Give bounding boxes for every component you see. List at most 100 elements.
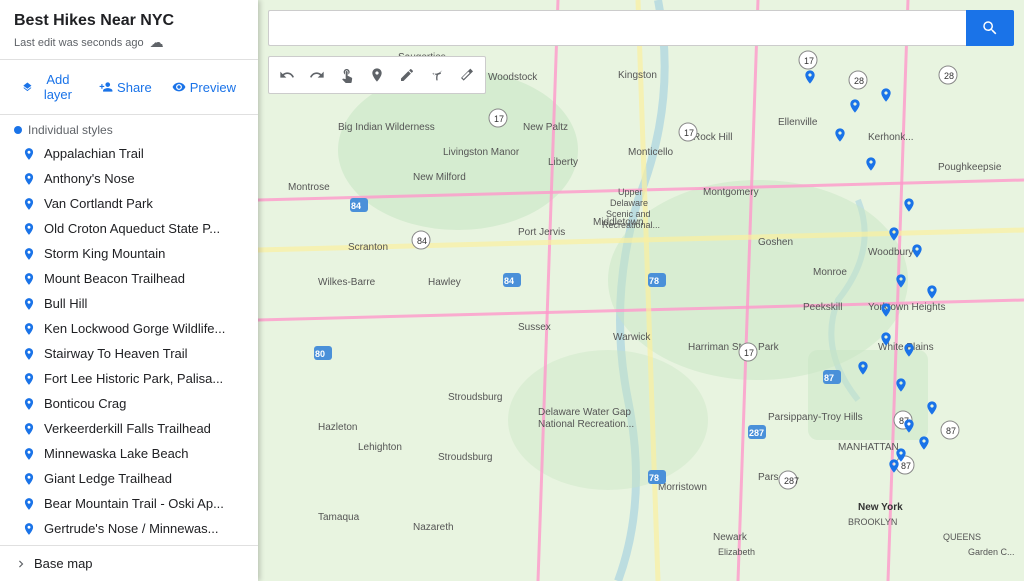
map-pin[interactable]: [878, 329, 894, 349]
map-pin[interactable]: [802, 67, 818, 87]
svg-text:Kerhonk...: Kerhonk...: [868, 132, 914, 143]
svg-text:Rock Hill: Rock Hill: [693, 132, 732, 143]
undo-button[interactable]: [273, 61, 301, 89]
location-item[interactable]: Appalachian Trail: [0, 141, 258, 166]
svg-text:Liberty: Liberty: [548, 157, 578, 168]
map-pin[interactable]: [901, 416, 917, 436]
location-item[interactable]: Anthony's Nose: [0, 166, 258, 191]
map-pin[interactable]: [832, 125, 848, 145]
location-item[interactable]: Old Croton Aqueduct State P...: [0, 216, 258, 241]
location-item[interactable]: Fort Lee Historic Park, Palisa...: [0, 366, 258, 391]
left-panel: Best Hikes Near NYC Last edit was second…: [0, 0, 258, 581]
svg-text:Stroudsburg: Stroudsburg: [438, 452, 492, 463]
map-pin[interactable]: [916, 433, 932, 453]
hand-tool-button[interactable]: [333, 61, 361, 89]
map-pin[interactable]: [886, 224, 902, 244]
svg-text:BROOKLYN: BROOKLYN: [848, 517, 897, 527]
pin-icon: [22, 197, 36, 211]
map-pin[interactable]: [863, 154, 879, 174]
map-pin[interactable]: [909, 241, 925, 261]
svg-text:84: 84: [417, 236, 427, 246]
location-name: Fort Lee Historic Park, Palisa...: [44, 371, 223, 386]
svg-text:Harriman State Park: Harriman State Park: [688, 342, 780, 353]
location-item[interactable]: Bonticou Crag: [0, 391, 258, 416]
share-button[interactable]: Share: [91, 76, 160, 99]
svg-text:Nazareth: Nazareth: [413, 522, 454, 533]
location-item[interactable]: Mount Beacon Trailhead: [0, 266, 258, 291]
svg-text:87: 87: [946, 426, 956, 436]
location-name: Appalachian Trail: [44, 146, 144, 161]
location-item[interactable]: Giant Ledge Trailhead: [0, 466, 258, 491]
location-item[interactable]: Verkeerderkill Falls Trailhead: [0, 416, 258, 441]
svg-text:28: 28: [944, 71, 954, 81]
svg-text:17: 17: [804, 56, 814, 66]
map-pin[interactable]: [893, 271, 909, 291]
search-bar: [268, 10, 1014, 46]
location-item[interactable]: Minnewaska Lake Beach: [0, 441, 258, 466]
preview-button[interactable]: Preview: [164, 76, 244, 99]
pin-icon: [22, 222, 36, 236]
svg-text:287: 287: [784, 476, 799, 486]
location-item[interactable]: Stairway To Heaven Trail: [0, 341, 258, 366]
map-pin[interactable]: [886, 456, 902, 476]
last-edit-text: Last edit was seconds ago ☁: [14, 34, 244, 51]
add-layer-button[interactable]: Add layer: [14, 68, 87, 106]
svg-text:Parsippany-Troy Hills: Parsippany-Troy Hills: [768, 412, 863, 423]
svg-text:78: 78: [649, 276, 659, 286]
eye-icon: [172, 80, 186, 94]
svg-text:Morristown: Morristown: [658, 482, 707, 493]
map-pin[interactable]: [855, 358, 871, 378]
cloud-icon: ☁: [150, 34, 164, 51]
location-name: Bear Mountain Trail - Oski Ap...: [44, 496, 224, 511]
svg-text:78: 78: [649, 473, 659, 483]
map-pin[interactable]: [901, 340, 917, 360]
base-map-section[interactable]: Base map: [0, 545, 258, 581]
svg-text:Goshen: Goshen: [758, 237, 793, 248]
svg-text:Hazleton: Hazleton: [318, 422, 357, 433]
search-button[interactable]: [966, 10, 1014, 46]
redo-button[interactable]: [303, 61, 331, 89]
map-pin[interactable]: [924, 282, 940, 302]
search-input[interactable]: [268, 10, 966, 46]
style-indicator: [14, 126, 22, 134]
location-item[interactable]: Van Cortlandt Park: [0, 191, 258, 216]
panel-actions: Add layer Share Preview: [0, 60, 258, 115]
map-pin[interactable]: [847, 96, 863, 116]
svg-text:28: 28: [854, 76, 864, 86]
location-name: Verkeerderkill Falls Trailhead: [44, 421, 211, 436]
svg-text:Monroe: Monroe: [813, 267, 847, 278]
map-pin[interactable]: [878, 85, 894, 105]
pin-icon: [22, 522, 36, 536]
pin-icon: [22, 347, 36, 361]
location-name: Bonticou Crag: [44, 396, 126, 411]
location-item[interactable]: Ken Lockwood Gorge Wildlife...: [0, 316, 258, 341]
location-item[interactable]: Bear Mountain Trail - Oski Ap...: [0, 491, 258, 516]
location-item[interactable]: Gertrude's Nose / Minnewas...: [0, 516, 258, 541]
pin-icon: [22, 272, 36, 286]
map-area[interactable]: Phoenicia Saugerties Woodstock Big India…: [258, 0, 1024, 581]
map-pin[interactable]: [893, 375, 909, 395]
location-name: Old Croton Aqueduct State P...: [44, 221, 220, 236]
svg-text:Scenic and: Scenic and: [606, 209, 651, 219]
location-item[interactable]: Storm King Mountain: [0, 241, 258, 266]
map-pin[interactable]: [901, 195, 917, 215]
svg-text:17: 17: [684, 128, 694, 138]
individual-styles-header: Individual styles: [0, 115, 258, 141]
svg-text:Scranton: Scranton: [348, 242, 388, 253]
svg-text:New York: New York: [858, 502, 903, 513]
svg-text:80: 80: [315, 349, 325, 359]
svg-text:National Recreation...: National Recreation...: [538, 419, 634, 430]
map-toolbar: [268, 56, 486, 94]
map-pin[interactable]: [924, 398, 940, 418]
svg-text:Woodbury: Woodbury: [868, 247, 913, 258]
marker-button[interactable]: [363, 61, 391, 89]
draw-button[interactable]: [393, 61, 421, 89]
map-pin[interactable]: [878, 300, 894, 320]
pin-icon: [22, 422, 36, 436]
svg-text:Stroudsburg: Stroudsburg: [448, 392, 502, 403]
location-item[interactable]: Bull Hill: [0, 291, 258, 316]
svg-text:17: 17: [494, 114, 504, 124]
route-button[interactable]: [423, 61, 451, 89]
measure-button[interactable]: [453, 61, 481, 89]
pin-icon: [22, 372, 36, 386]
